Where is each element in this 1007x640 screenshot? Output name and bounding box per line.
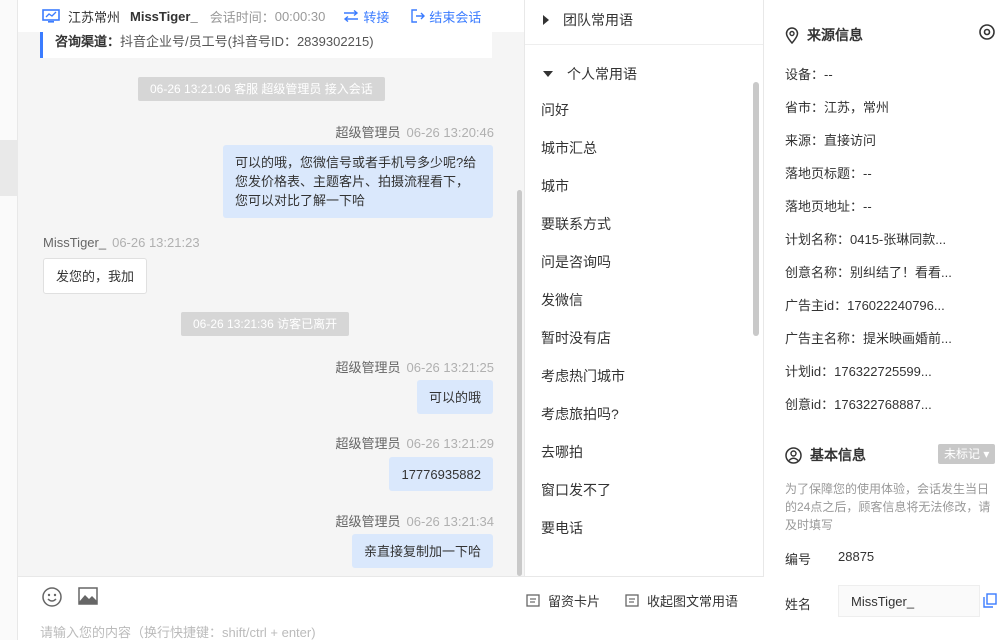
transfer-button[interactable]: 转接 [343,7,389,26]
team-phrases-group[interactable]: 团队常用语 [543,10,633,30]
system-message: 06-26 13:21:36 访客已离开 [181,312,350,336]
team-phrases-label: 团队常用语 [563,12,633,28]
collapse-phrases-button[interactable]: 收起图文常用语 [625,591,738,610]
location-pin-icon [785,26,799,44]
message-bubble: 发您的，我加 [43,258,148,294]
phrase-item[interactable]: 去哪拍 [541,442,583,462]
phrases-scrollbar[interactable] [753,82,759,336]
message-meta: 超级管理员 06-26 13:21:25 [336,357,494,376]
source-info-row: 广告主id：176022240796... [785,298,945,313]
caret-down-icon [543,71,553,77]
message-sender: 超级管理员 [335,360,401,375]
message-bubble: 可以的哦，您微信号或者手机号多少呢?给您发价格表、主题客片、拍摄流程看下，您可以… [223,145,493,218]
message-meta: MissTiger_ 06-26 13:21:23 [43,235,200,250]
phrase-item[interactable]: 考虑热门城市 [541,366,625,386]
caret-down-icon: ▾ [980,447,990,461]
input-area: 留资卡片 收起图文常用语 [18,576,764,640]
phrases-icon [625,594,639,607]
message-sender: 超级管理员 [335,514,401,529]
source-info-row: 落地页地址：-- [785,199,872,214]
message-sender: MissTiger_ [43,235,107,250]
edit-notice: 为了保障您的使用体验，会话发生当日的24点之后，顾客信息将无法修改，请及时填写 [785,482,991,532]
image-icon[interactable] [78,587,98,605]
transfer-icon [344,10,359,22]
phrase-item[interactable]: 暂时没有店 [541,328,611,348]
lead-card-label: 留资卡片 [548,594,601,609]
phrase-item[interactable]: 城市 [541,176,569,196]
copy-icon[interactable] [983,593,997,608]
message-bubble: 可以的哦 [416,380,493,414]
id-label: 编号 [785,552,812,567]
name-input[interactable] [838,585,980,617]
visitor-name: MissTiger_ [130,8,198,24]
source-info-label: 来源信息 [807,27,863,43]
end-session-button[interactable]: 结束会话 [411,7,481,26]
phrase-item[interactable]: 问好 [541,100,569,120]
source-info-row: 省市：江苏，常州 [785,100,890,115]
session-time-value: 00:00:30 [274,8,326,24]
channel-value: 抖音企业号/员工号(抖音号ID：2839302215) [120,34,374,49]
personal-phrases-group[interactable]: 个人常用语 [543,64,637,84]
phrase-item[interactable]: 问是咨询吗 [541,252,611,272]
phrase-item[interactable]: 城市汇总 [541,138,597,158]
tag-status-label: 未标记 [944,447,981,461]
source-info-row: 创意名称：别纠结了！看看... [785,265,952,280]
phrase-item[interactable]: 考虑旅拍吗? [541,404,619,424]
exit-icon [411,9,426,23]
message-time: 06-26 13:21:34 [406,514,494,529]
message-time: 06-26 13:20:46 [406,125,494,140]
message-meta: 超级管理员 06-26 13:20:46 [336,122,494,141]
caret-right-icon [543,15,549,25]
end-session-label: 结束会话 [429,9,482,25]
phrase-item[interactable]: 窗口发不了 [541,480,611,500]
message-input[interactable] [40,623,740,640]
selected-session-marker [0,140,18,196]
id-value: 28875 [838,549,875,564]
system-message: 06-26 13:21:06 客服 超级管理员 接入会话 [138,77,385,101]
channel-label: 咨询渠道： [55,34,121,49]
phrases-panel: 团队常用语 个人常用语 问好 城市汇总 城市 要联系方式 问是咨询吗 发微信 暂… [524,0,764,576]
phrase-item[interactable]: 发微信 [541,290,583,310]
settings-icon[interactable] [978,23,996,41]
message-bubble: 17776935882 [389,457,493,491]
source-info-row: 创意id：176322768887... [785,397,932,412]
chat-header: 江苏常州 MissTiger_ 会话时间： 00:00:30 转接 结束会话 [18,0,524,32]
session-time-label: 会话时间： [209,9,275,25]
customer-info-panel: 来源信息 设备：-- 省市：江苏，常州 来源：直接访问 落地页标题：-- 落地页… [765,0,1007,640]
transfer-label: 转接 [363,9,390,25]
message-sender: 超级管理员 [335,125,401,140]
visitor-location: 江苏常州 [68,9,121,25]
source-info-row: 落地页标题：-- [785,166,872,181]
basic-info-label: 基本信息 [810,447,866,463]
source-info-row: 计划id：176322725599... [785,364,932,379]
tag-status-dropdown[interactable]: 未标记 ▾ [938,444,996,464]
message-time: 06-26 13:21:29 [406,436,494,451]
basic-info-title: 基本信息 [785,445,866,465]
phrase-item[interactable]: 要联系方式 [541,214,611,234]
left-session-strip[interactable] [0,0,18,640]
divider [525,44,763,45]
chat-area: 江苏常州 MissTiger_ 会话时间： 00:00:30 转接 结束会话 咨… [18,0,524,576]
phrase-item[interactable]: 要电话 [541,518,583,538]
message-meta: 超级管理员 06-26 13:21:29 [336,433,494,452]
message-time: 06-26 13:21:23 [112,235,200,250]
message-meta: 超级管理员 06-26 13:21:34 [336,511,494,530]
personal-phrases-label: 个人常用语 [567,66,637,82]
message-bubble: 亲直接复制加一下哈 [351,534,493,568]
source-info-row: 广告主名称：提米映画婚前... [785,331,952,346]
message-time: 06-26 13:21:25 [406,360,494,375]
collapse-phrases-label: 收起图文常用语 [647,594,739,609]
source-info-title: 来源信息 [785,25,863,45]
emoji-icon[interactable] [42,587,62,607]
chat-scrollbar[interactable] [517,190,522,576]
user-icon [785,446,802,464]
source-info-row: 设备：-- [785,67,833,82]
card-icon [526,594,540,607]
monitor-icon [42,9,60,23]
lead-card-button[interactable]: 留资卡片 [526,591,600,610]
source-info-row: 来源：直接访问 [785,133,877,148]
source-info-row: 计划名称：0415-张琳同款... [785,232,947,247]
message-sender: 超级管理员 [335,436,401,451]
name-label: 姓名 [785,597,812,612]
